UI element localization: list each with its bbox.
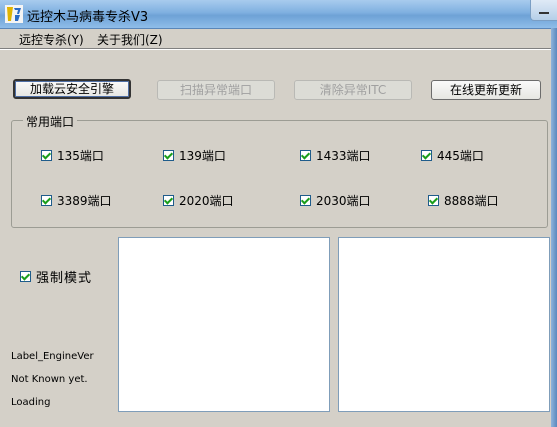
port-label: 135端口 — [57, 149, 104, 163]
port-label: 139端口 — [179, 149, 226, 163]
port-label: 445端口 — [437, 149, 484, 163]
title-bar[interactable]: 远控木马病毒专杀V3 — [0, 0, 557, 29]
port-139-checkbox[interactable]: 139端口 — [163, 147, 226, 164]
scan-ports-button[interactable]: 扫描异常端口 — [157, 80, 275, 100]
app-logo-icon — [5, 5, 23, 23]
port-8888-checkbox[interactable]: 8888端口 — [428, 192, 499, 209]
port-label: 3389端口 — [57, 194, 112, 208]
checkbox-checked-icon — [163, 195, 174, 206]
checkbox-checked-icon — [41, 195, 52, 206]
window-title: 远控木马病毒专杀V3 — [27, 10, 149, 25]
checkbox-checked-icon — [300, 150, 311, 161]
clear-itc-button[interactable]: 清除异常ITC — [294, 80, 412, 100]
ports-groupbox — [11, 120, 548, 228]
menu-separator — [0, 48, 557, 50]
minimize-button[interactable] — [530, 0, 557, 21]
port-1433-checkbox[interactable]: 1433端口 — [300, 147, 371, 164]
force-mode-label: 强制模式 — [36, 271, 93, 286]
checkbox-checked-icon — [421, 150, 432, 161]
port-label: 1433端口 — [316, 149, 371, 163]
port-label: 2030端口 — [316, 194, 371, 208]
menu-item-about[interactable]: 关于我们(Z) — [97, 31, 163, 48]
left-output-panel[interactable] — [118, 237, 330, 412]
port-2020-checkbox[interactable]: 2020端口 — [163, 192, 234, 209]
window-frame-edge — [551, 28, 557, 427]
checkbox-checked-icon — [41, 150, 52, 161]
checkbox-checked-icon — [20, 271, 31, 282]
right-output-panel[interactable] — [338, 237, 550, 412]
ports-group-title: 常用端口 — [23, 113, 78, 130]
loading-status-label: Loading — [11, 397, 51, 408]
port-label: 8888端口 — [444, 194, 499, 208]
engine-version-label: Label_EngineVer — [11, 351, 94, 362]
port-445-checkbox[interactable]: 445端口 — [421, 147, 484, 164]
update-button[interactable]: 在线更新更新 — [431, 80, 541, 100]
port-label: 2020端口 — [179, 194, 234, 208]
port-3389-checkbox[interactable]: 3389端口 — [41, 192, 112, 209]
checkbox-checked-icon — [300, 195, 311, 206]
port-135-checkbox[interactable]: 135端口 — [41, 147, 104, 164]
force-mode-checkbox[interactable]: 强制模式 — [20, 267, 92, 286]
menu-item-kill[interactable]: 远控专杀(Y) — [19, 31, 84, 48]
checkbox-checked-icon — [163, 150, 174, 161]
port-2030-checkbox[interactable]: 2030端口 — [300, 192, 371, 209]
app-window: 远控木马病毒专杀V3 远控专杀(Y) 关于我们(Z) 加载云安全引擎 扫描异常端… — [0, 0, 557, 427]
checkbox-checked-icon — [428, 195, 439, 206]
known-status-label: Not Known yet. — [11, 374, 88, 385]
menu-bar: 远控专杀(Y) 关于我们(Z) — [0, 29, 557, 48]
load-engine-button[interactable]: 加载云安全引擎 — [13, 79, 131, 99]
